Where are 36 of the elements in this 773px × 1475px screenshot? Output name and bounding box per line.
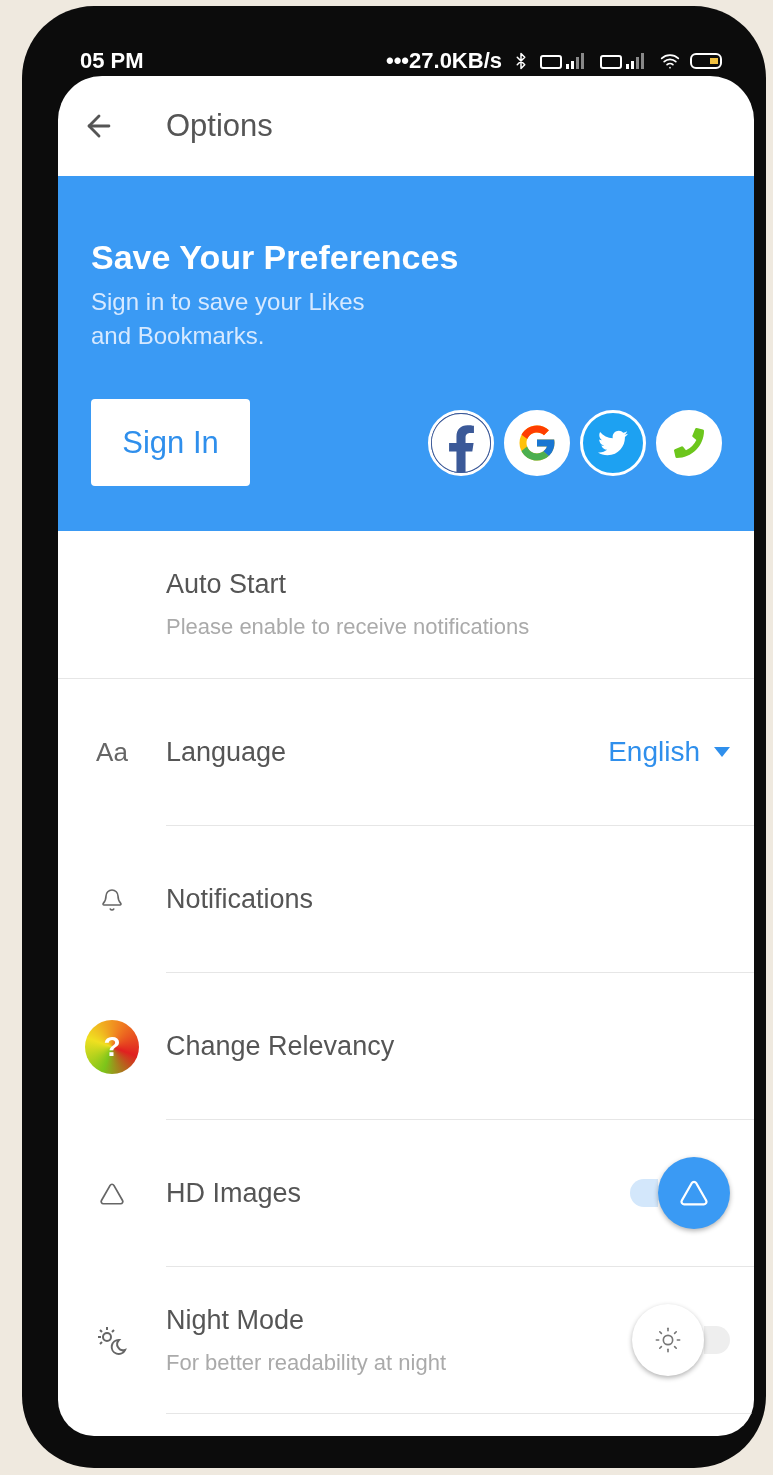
wifi-icon — [660, 51, 680, 71]
caret-icon — [714, 747, 730, 757]
setting-label: Language — [166, 736, 287, 768]
banner-title: Save Your Preferences — [91, 238, 460, 277]
triangle-icon — [99, 1180, 125, 1207]
facebook-logo — [431, 412, 491, 473]
toggle-track — [704, 1326, 730, 1354]
setting-label: Auto Start — [166, 569, 288, 600]
banner-subtitle: Sign in to save your Likes and Bookmarks. — [91, 287, 366, 351]
toggle-track — [630, 1179, 658, 1207]
setting-label: Night Mode — [166, 1304, 306, 1336]
settings-row[interactable]: ? Change Relevancy — [58, 973, 754, 1120]
sun-icon — [654, 1326, 682, 1354]
settings-row[interactable]: Night Mode For better readability at night — [58, 1267, 754, 1414]
language-icon: Aa — [96, 737, 128, 768]
page-title: Options — [166, 108, 273, 144]
toggle-thumb[interactable] — [632, 1304, 704, 1376]
phone-icon — [674, 427, 704, 458]
settings-row[interactable]: Notifications — [58, 826, 754, 973]
battery-icon — [690, 52, 724, 70]
setting-description: Please enable to receive notifications — [166, 614, 530, 640]
settings-row[interactable]: Aa Language English — [58, 679, 754, 826]
question-icon: ? — [85, 1019, 139, 1074]
setting-label: Change Relevancy — [166, 1030, 395, 1062]
toggle-thumb[interactable] — [658, 1157, 730, 1229]
setting-label: HD Images — [166, 1177, 302, 1209]
bell-icon — [100, 887, 124, 912]
toggle-switch[interactable] — [632, 1304, 730, 1376]
triangle-icon — [679, 1178, 709, 1208]
settings-row[interactable]: HD Images — [58, 1120, 754, 1267]
setting-description: For better readability at night — [166, 1349, 447, 1376]
network-speed: •••27.0KB/s — [385, 48, 502, 74]
toggle-switch[interactable] — [630, 1157, 730, 1229]
setting-label: Notifications — [166, 883, 314, 915]
status-time: 05 PM — [80, 48, 144, 74]
settings-row[interactable]: Auto Start Please enable to receive notifications — [58, 531, 754, 678]
